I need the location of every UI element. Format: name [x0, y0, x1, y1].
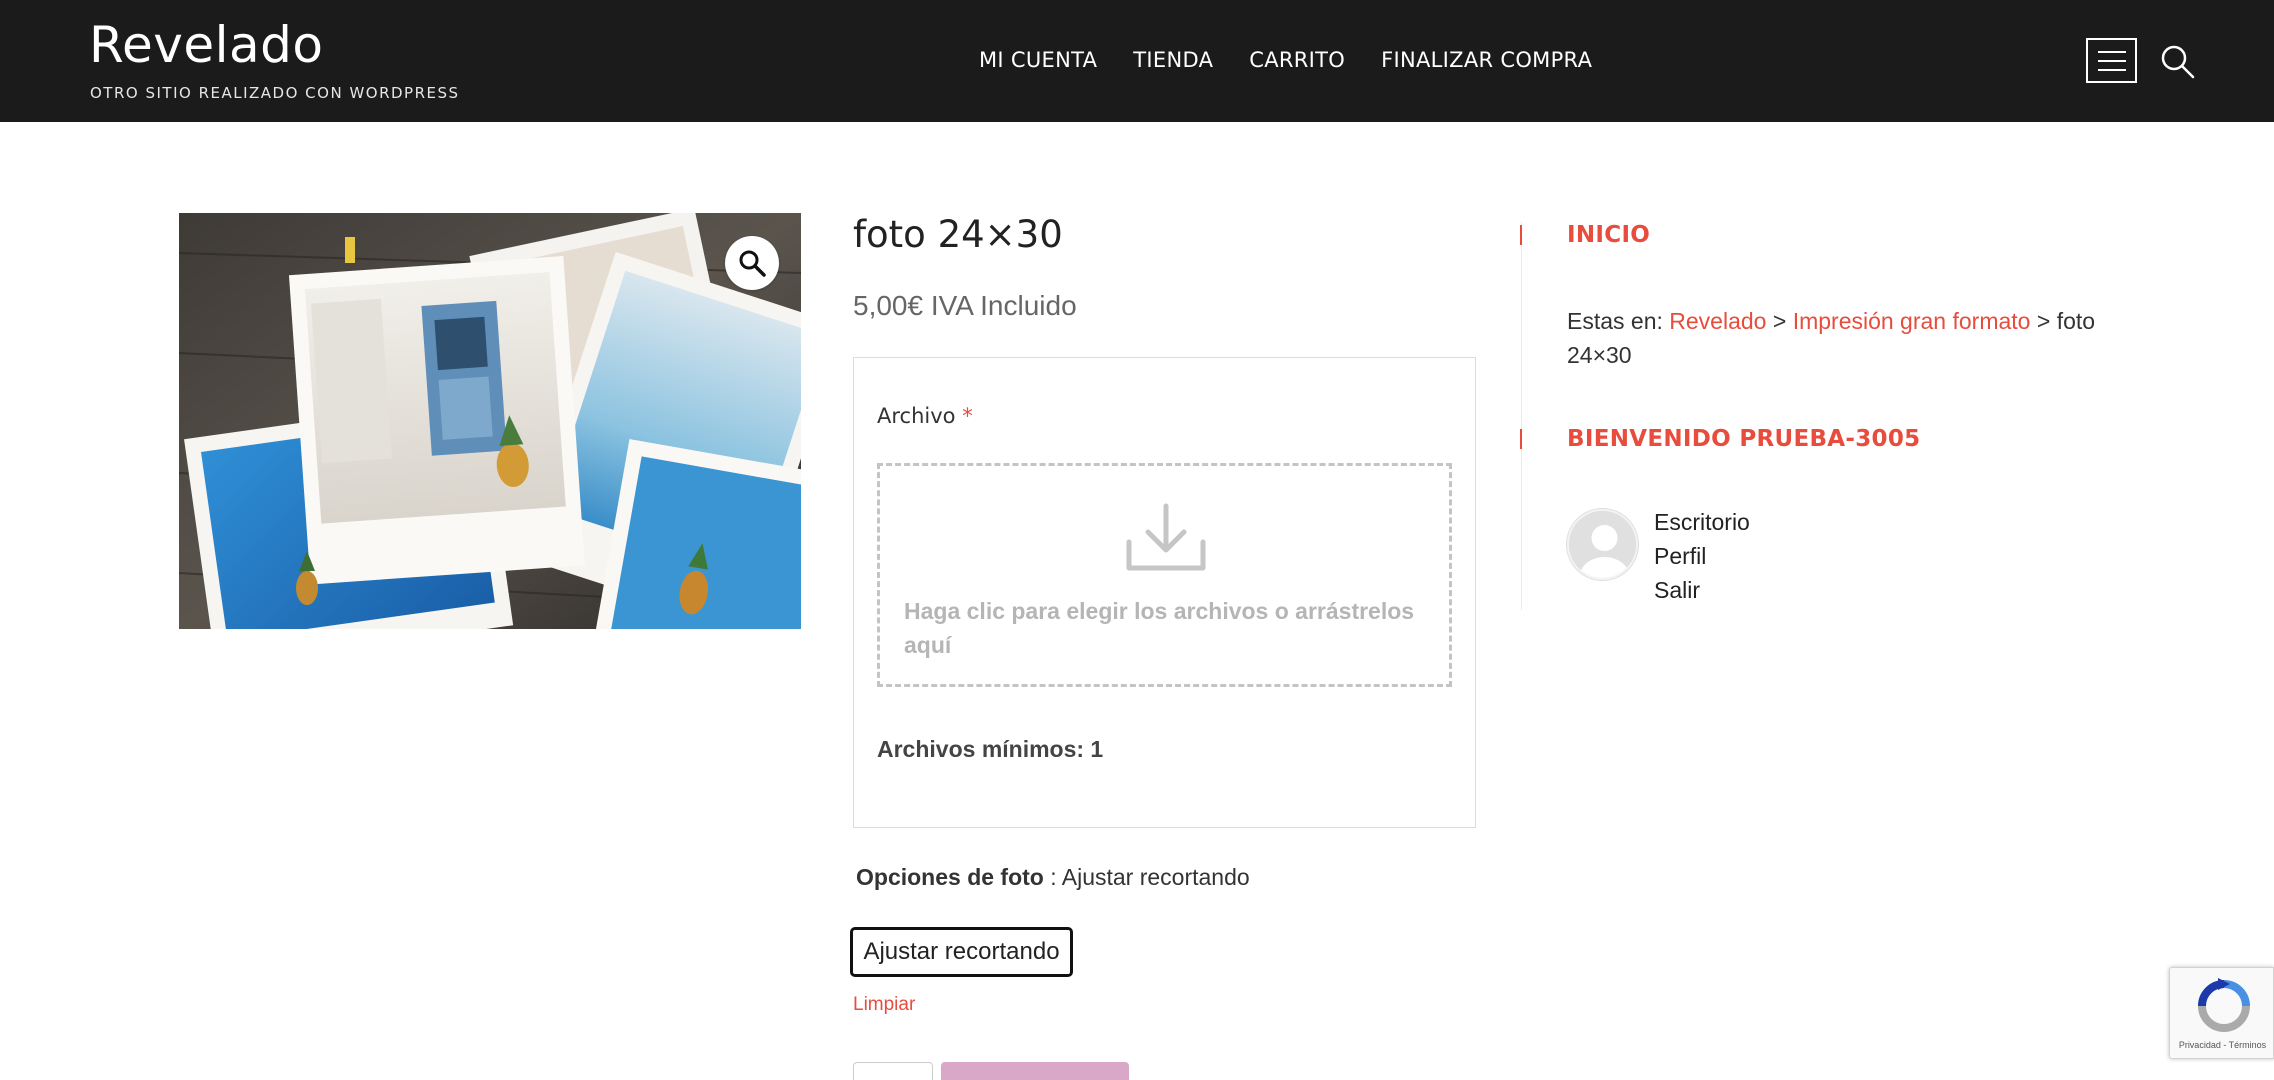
- breadcrumb-link-revelado[interactable]: Revelado: [1669, 308, 1766, 334]
- quantity-input[interactable]: [853, 1062, 933, 1080]
- breadcrumb-separator: >: [1766, 308, 1793, 334]
- zoom-icon[interactable]: [725, 236, 779, 290]
- product-image[interactable]: [179, 213, 801, 629]
- file-dropzone[interactable]: Haga clic para elegir los archivos o arr…: [877, 463, 1452, 687]
- variation-value: : Ajustar recortando: [1050, 864, 1250, 890]
- avatar: [1567, 509, 1638, 580]
- user-link-escritorio[interactable]: Escritorio: [1654, 508, 1750, 536]
- breadcrumb-link-impresion[interactable]: Impresión gran formato: [1793, 308, 2031, 334]
- site-tagline: OTRO SITIO REALIZADO CON WORDPRESS: [90, 84, 460, 102]
- nav-item-mi-cuenta[interactable]: MI CUENTA: [979, 48, 1097, 72]
- product-title: foto 24×30: [853, 213, 1063, 256]
- variation-option-button[interactable]: Ajustar recortando: [850, 927, 1073, 977]
- download-icon: [1124, 502, 1208, 574]
- recaptcha-footer[interactable]: Privacidad - Términos: [2170, 1040, 2274, 1050]
- nav-item-carrito[interactable]: CARRITO: [1249, 48, 1345, 72]
- recaptcha-badge[interactable]: Privacidad - Términos: [2169, 967, 2274, 1059]
- nav-item-tienda[interactable]: TIENDA: [1133, 48, 1213, 72]
- sidebar-divider: [1521, 222, 1522, 610]
- upload-label-text: Archivo: [877, 404, 956, 428]
- widget-title-inicio: INICIO: [1567, 222, 1651, 248]
- site-title[interactable]: Revelado: [89, 16, 323, 74]
- widget-title-bienvenido: BIENVENIDO PRUEBA-3005: [1567, 426, 1921, 452]
- variation-summary: Opciones de foto : Ajustar recortando: [856, 864, 1250, 891]
- recaptcha-icon: [2196, 978, 2252, 1034]
- user-link-salir[interactable]: Salir: [1654, 576, 1750, 604]
- dropzone-text: Haga clic para elegir los archivos o arr…: [904, 598, 1415, 658]
- nav-item-finalizar-compra[interactable]: FINALIZAR COMPRA: [1381, 48, 1592, 72]
- upload-field-label: Archivo *: [877, 404, 973, 428]
- widget-marker: [1520, 429, 1522, 449]
- breadcrumb-prefix: Estas en:: [1567, 308, 1670, 334]
- add-to-cart-button[interactable]: [941, 1062, 1129, 1080]
- user-links: Escritorio Perfil Salir: [1654, 508, 1750, 604]
- clear-variation-link[interactable]: Limpiar: [853, 994, 915, 1016]
- user-link-perfil[interactable]: Perfil: [1654, 542, 1750, 570]
- site-header: Revelado OTRO SITIO REALIZADO CON WORDPR…: [0, 0, 2274, 122]
- breadcrumb: Estas en: Revelado > Impresión gran form…: [1567, 304, 2107, 372]
- variation-label: Opciones de foto: [856, 864, 1044, 890]
- menu-icon[interactable]: [2086, 38, 2137, 83]
- breadcrumb-separator: >: [2030, 308, 2057, 334]
- required-mark: *: [962, 404, 973, 428]
- search-icon[interactable]: [2160, 44, 2196, 80]
- min-files-note: Archivos mínimos: 1: [877, 736, 1104, 762]
- widget-marker: [1520, 225, 1522, 245]
- product-price: 5,00€ IVA Incluido: [853, 290, 1077, 321]
- main-nav: MI CUENTA TIENDA CARRITO FINALIZAR COMPR…: [979, 48, 1592, 72]
